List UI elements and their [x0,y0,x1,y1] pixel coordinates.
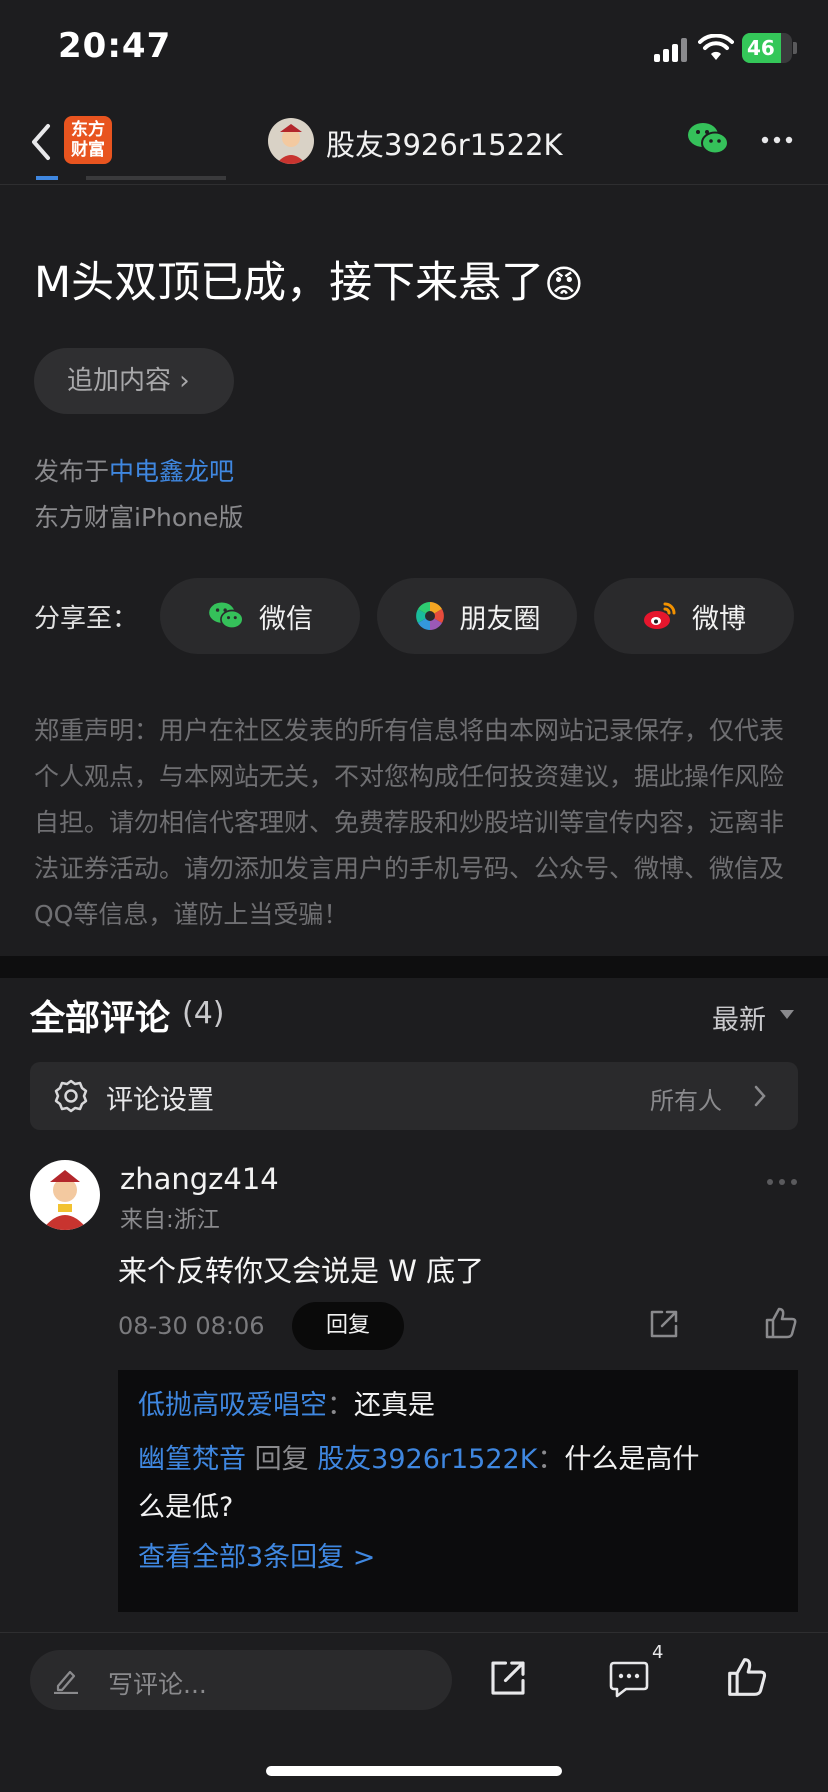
nav-avatar[interactable] [268,118,314,164]
caret-down-icon[interactable] [780,1010,794,1019]
reply-thread[interactable]: 低抛高吸爱唱空：还真是 幽篁梵音 回复 股友3926r1522K：什么是高什 么… [118,1370,798,1612]
add-content-button[interactable]: 追加内容 › [34,348,234,414]
share-weibo-label: 微博 [692,603,746,635]
reply-item[interactable]: 低抛高吸爱唱空：还真是 [138,1382,435,1430]
moments-icon [415,602,444,630]
avatar-figure-icon [276,124,306,164]
app-logo[interactable]: 东方财富 [64,116,112,164]
reply-target-user[interactable]: 股友3926r1522K [317,1444,537,1475]
reply-button[interactable]: 回复 [292,1302,404,1350]
post-source: 东方财富iPhone版 [34,503,244,532]
status-time: 20:47 [58,26,172,66]
sort-dropdown[interactable]: 最新 [712,998,766,1037]
wechat-share-icon[interactable] [686,120,730,158]
comment-settings-bar[interactable]: 评论设置 所有人 [30,1062,798,1130]
home-indicator[interactable] [266,1766,562,1776]
reply-text: 什么是高什 [564,1444,700,1475]
reply-to-label: 回复 [254,1444,309,1475]
write-comment-input[interactable]: 写评论... [30,1650,452,1710]
angry-face-icon: 😡 [544,262,584,306]
scrolled-text-remnant [36,176,416,184]
wechat-icon [209,602,244,630]
gear-icon [54,1079,88,1113]
comment-location: 来自:浙江 [120,1207,220,1233]
share-weibo-button[interactable]: 微博 [594,578,794,654]
comment-share-icon[interactable] [648,1308,680,1340]
comment-icon[interactable] [608,1660,650,1698]
reply-user[interactable]: 幽篁梵音 [138,1444,246,1475]
reply-colon: ： [327,1390,354,1421]
like-icon[interactable] [726,1656,768,1698]
reply-user[interactable]: 低抛高吸爱唱空 [138,1390,327,1421]
published-in: 发布于中电鑫龙吧 [34,452,234,488]
chevron-right-icon [754,1085,766,1107]
avatar-figure-icon [42,1170,88,1230]
comment-like-icon[interactable] [764,1306,798,1340]
comments-title: 全部评论 [30,999,171,1039]
back-icon[interactable] [26,120,58,164]
bottom-divider [0,1632,828,1633]
section-separator [0,956,828,978]
forum-link[interactable]: 中电鑫龙吧 [109,457,234,486]
disclaimer-text: 郑重声明：用户在社区发表的所有信息将由本网站记录保存，仅代表个人观点，与本网站无… [34,716,785,929]
logo-text: 东方财富 [71,120,105,160]
nav-divider [0,184,828,185]
more-icon[interactable] [760,126,794,154]
post-title: M头双顶已成，接下来悬了😡 [34,248,584,310]
published-prefix: 发布于 [34,457,110,486]
reply-item[interactable]: 幽篁梵音 回复 股友3926r1522K：什么是高什 [138,1436,699,1484]
share-moments-label: 朋友圈 [459,603,541,635]
comment-more-icon[interactable] [766,1176,798,1188]
reply-text-continued: 么是低? [138,1492,234,1523]
wifi-icon [698,34,734,60]
write-comment-placeholder: 写评论... [108,1670,207,1699]
comment-time: 08-30 08:06 [118,1312,265,1340]
share-wechat-label: 微信 [259,603,313,635]
pencil-icon [54,1670,78,1694]
comment-username[interactable]: zhangz414 [120,1162,279,1196]
comment-text: 来个反转你又会说是 W 底了 [118,1254,485,1288]
reply-colon: ： [537,1444,565,1475]
battery-icon: 46 [742,33,792,63]
comment-settings-value: 所有人 [650,1087,722,1115]
share-icon[interactable] [488,1658,528,1698]
battery-cap [793,42,797,54]
battery-level: 46 [747,36,775,60]
comment-avatar[interactable] [30,1160,100,1230]
nav-username[interactable]: 股友3926r1522K [326,122,563,164]
comment-settings-label: 评论设置 [106,1085,214,1116]
share-moments-button[interactable]: 朋友圈 [377,578,577,654]
cellular-signal-icon [654,38,688,62]
comment-count-badge: 4 [652,1642,664,1663]
share-label: 分享至： [34,604,139,634]
view-all-replies-link[interactable]: 查看全部3条回复 > [138,1534,375,1582]
post-title-text: M头双顶已成，接下来悬了 [34,258,545,308]
reply-text: 还真是 [354,1390,435,1421]
comments-count: (4) [182,996,225,1031]
share-wechat-button[interactable]: 微信 [160,578,360,654]
weibo-icon [644,602,676,629]
